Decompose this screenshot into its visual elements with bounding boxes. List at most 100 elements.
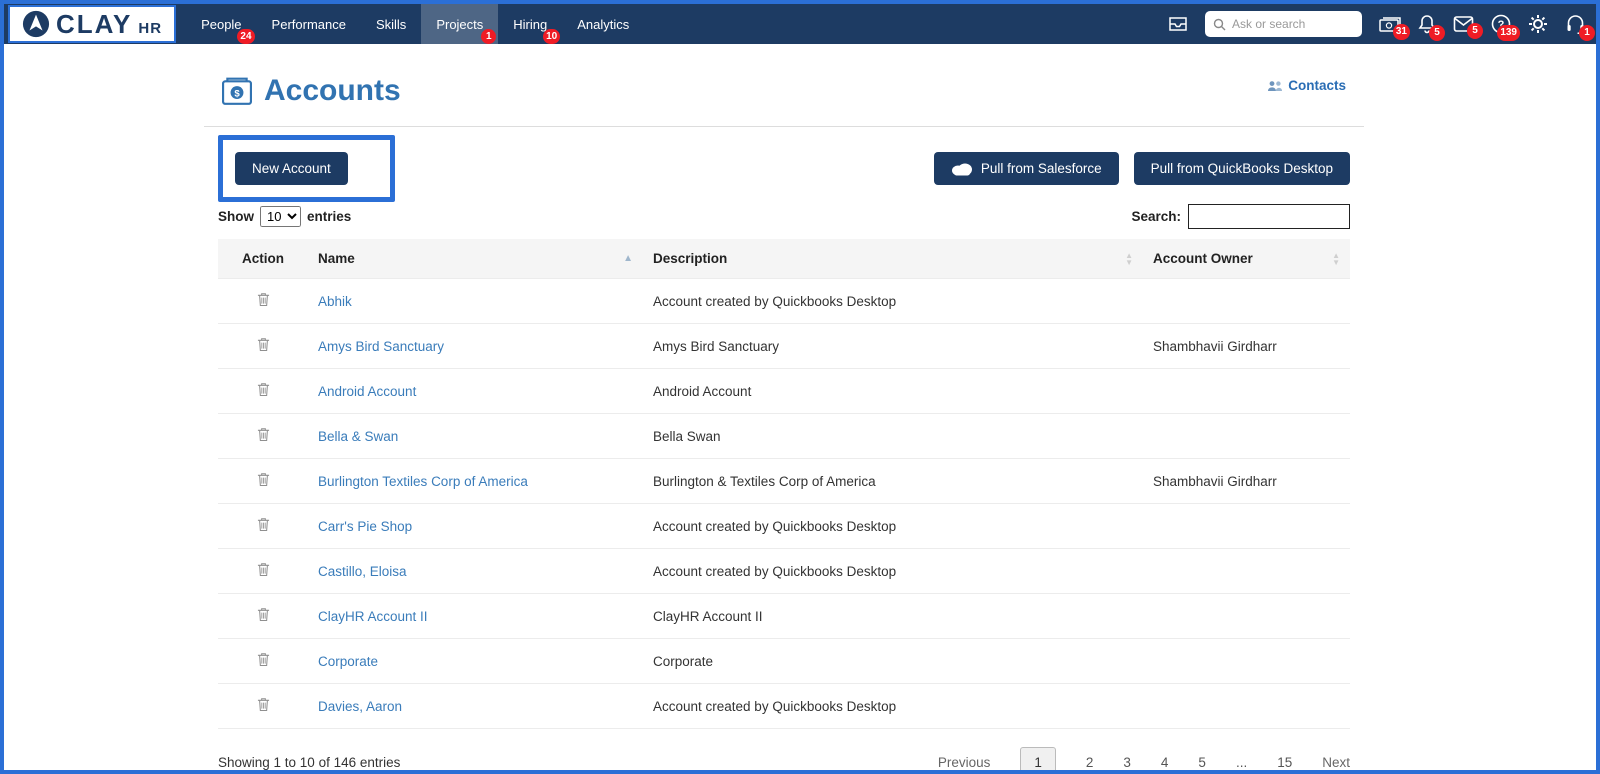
pagination-previous[interactable]: Previous <box>938 755 991 770</box>
messages-mail-icon[interactable]: 5 <box>1453 16 1483 39</box>
header-name[interactable]: Name ▲ <box>308 239 643 279</box>
app-window: CLAY HR People 24 Performance Skills Pro… <box>0 0 1600 774</box>
notifications-bell-icon[interactable]: 5 <box>1418 14 1445 41</box>
clayhr-logo[interactable]: CLAY HR <box>8 5 177 43</box>
contacts-link[interactable]: Contacts <box>1267 78 1346 93</box>
global-search[interactable] <box>1205 11 1362 37</box>
account-name-link[interactable]: Davies, Aaron <box>318 699 402 714</box>
account-name-link[interactable]: Corporate <box>318 654 378 669</box>
pagination-page-2[interactable]: 2 <box>1086 755 1094 770</box>
account-owner <box>1143 638 1350 684</box>
entries-label: entries <box>307 209 352 224</box>
table-summary: Showing 1 to 10 of 146 entries <box>218 755 401 770</box>
nav-item-hiring[interactable]: Hiring 10 <box>498 4 562 44</box>
account-name-link[interactable]: Carr's Pie Shop <box>318 519 412 534</box>
settings-gear-icon[interactable] <box>1528 14 1548 34</box>
delete-icon[interactable] <box>257 517 270 535</box>
account-description: Amys Bird Sanctuary <box>643 323 1143 369</box>
global-search-input[interactable] <box>1232 17 1354 31</box>
table-row: Burlington Textiles Corp of America Burl… <box>218 458 1350 504</box>
help-badge: 139 <box>1497 25 1520 41</box>
svg-text:$: $ <box>234 88 240 99</box>
cloud-icon <box>951 163 972 175</box>
delete-icon[interactable] <box>257 472 270 490</box>
nav-item-performance[interactable]: Performance <box>257 4 361 44</box>
delete-icon[interactable] <box>257 382 270 400</box>
account-description: Corporate <box>643 638 1143 684</box>
pagination: Previous 1 2 3 4 5 ... 15 Next <box>938 747 1350 770</box>
projects-badge: 1 <box>481 29 497 44</box>
delete-icon[interactable] <box>257 337 270 355</box>
delete-icon[interactable] <box>257 292 270 310</box>
pull-salesforce-button[interactable]: Pull from Salesforce <box>933 152 1119 185</box>
nav-item-label: Analytics <box>577 16 630 32</box>
account-description: Account created by Quickbooks Desktop <box>643 278 1143 324</box>
table-row: Android Account Android Account <box>218 368 1350 414</box>
accounts-table: Action Name ▲ Description ▲ ▼ Account Own… <box>218 239 1350 729</box>
account-description: ClayHR Account II <box>643 593 1143 639</box>
account-name-link[interactable]: Abhik <box>318 294 352 309</box>
table-row: Bella & Swan Bella Swan <box>218 413 1350 459</box>
brand-name: CLAY <box>56 8 133 39</box>
account-description: Account created by Quickbooks Desktop <box>643 548 1143 594</box>
new-account-button[interactable]: New Account <box>235 152 348 185</box>
show-label: Show <box>218 209 254 224</box>
nav-item-label: Skills <box>375 16 407 32</box>
pagination-page-5[interactable]: 5 <box>1198 755 1206 770</box>
help-icon[interactable]: ? 139 <box>1491 14 1520 41</box>
inbox-icon[interactable] <box>1168 15 1188 33</box>
account-description: Android Account <box>643 368 1143 414</box>
table-row: Carr's Pie Shop Account created by Quick… <box>218 503 1350 549</box>
brand-suffix: HR <box>138 19 163 37</box>
delete-icon[interactable] <box>257 562 270 580</box>
new-account-highlight-box: New Account <box>218 135 395 202</box>
nav-item-people[interactable]: People 24 <box>186 4 256 44</box>
account-owner: Shambhavii Girdharr <box>1143 323 1350 369</box>
nav-item-analytics[interactable]: Analytics <box>562 4 644 44</box>
account-owner <box>1143 503 1350 549</box>
pagination-page-4[interactable]: 4 <box>1161 755 1169 770</box>
accounts-page: $ Accounts Contacts New Account Pull fro… <box>204 44 1364 770</box>
account-description: Burlington & Textiles Corp of America <box>643 458 1143 504</box>
account-name-link[interactable]: Castillo, Eloisa <box>318 564 407 579</box>
nav-item-projects[interactable]: Projects 1 <box>421 4 499 44</box>
account-name-link[interactable]: Bella & Swan <box>318 429 398 444</box>
table-header-row: Action Name ▲ Description ▲ ▼ Account Own… <box>218 239 1350 279</box>
payroll-money-icon[interactable]: 31 <box>1379 15 1410 40</box>
sort-both-icon: ▲ ▼ <box>1125 251 1133 267</box>
pagination-page-1[interactable]: 1 <box>1020 747 1056 770</box>
payroll-badge: 31 <box>1392 24 1410 40</box>
pagination-next[interactable]: Next <box>1322 755 1350 770</box>
header-description[interactable]: Description ▲ ▼ <box>643 239 1143 279</box>
nav-utilities: 31 5 5 ? 139 1 <box>1168 4 1596 44</box>
delete-icon[interactable] <box>257 697 270 715</box>
delete-icon[interactable] <box>257 427 270 445</box>
delete-icon[interactable] <box>257 652 270 670</box>
sort-ascending-icon: ▲ <box>623 253 633 264</box>
delete-icon[interactable] <box>257 607 270 625</box>
pagination-page-15[interactable]: 15 <box>1277 755 1292 770</box>
account-description: Account created by Quickbooks Desktop <box>643 503 1143 549</box>
account-description: Bella Swan <box>643 413 1143 459</box>
account-name-link[interactable]: Android Account <box>318 384 416 399</box>
pagination-page-3[interactable]: 3 <box>1123 755 1131 770</box>
table-search-input[interactable] <box>1188 204 1350 229</box>
account-owner <box>1143 413 1350 459</box>
people-badge: 24 <box>237 29 255 44</box>
account-name-link[interactable]: Amys Bird Sanctuary <box>318 339 444 354</box>
support-headset-icon[interactable]: 1 <box>1565 14 1595 41</box>
nav-item-skills[interactable]: Skills <box>361 4 421 44</box>
contacts-icon <box>1268 80 1283 91</box>
account-owner <box>1143 683 1350 729</box>
table-row: Corporate Corporate <box>218 638 1350 684</box>
hiring-badge: 10 <box>543 29 561 44</box>
sort-both-icon: ▲ ▼ <box>1332 251 1340 267</box>
primary-nav: People 24 Performance Skills Projects 1 … <box>186 4 644 44</box>
account-name-link[interactable]: ClayHR Account II <box>318 609 428 624</box>
entries-select[interactable]: 10 <box>260 206 301 227</box>
pull-quickbooks-button[interactable]: Pull from QuickBooks Desktop <box>1133 152 1350 185</box>
account-name-link[interactable]: Burlington Textiles Corp of America <box>318 474 528 489</box>
table-row: Amys Bird Sanctuary Amys Bird Sanctuary … <box>218 323 1350 369</box>
table-row: Castillo, Eloisa Account created by Quic… <box>218 548 1350 594</box>
header-account-owner[interactable]: Account Owner ▲ ▼ <box>1143 239 1350 279</box>
